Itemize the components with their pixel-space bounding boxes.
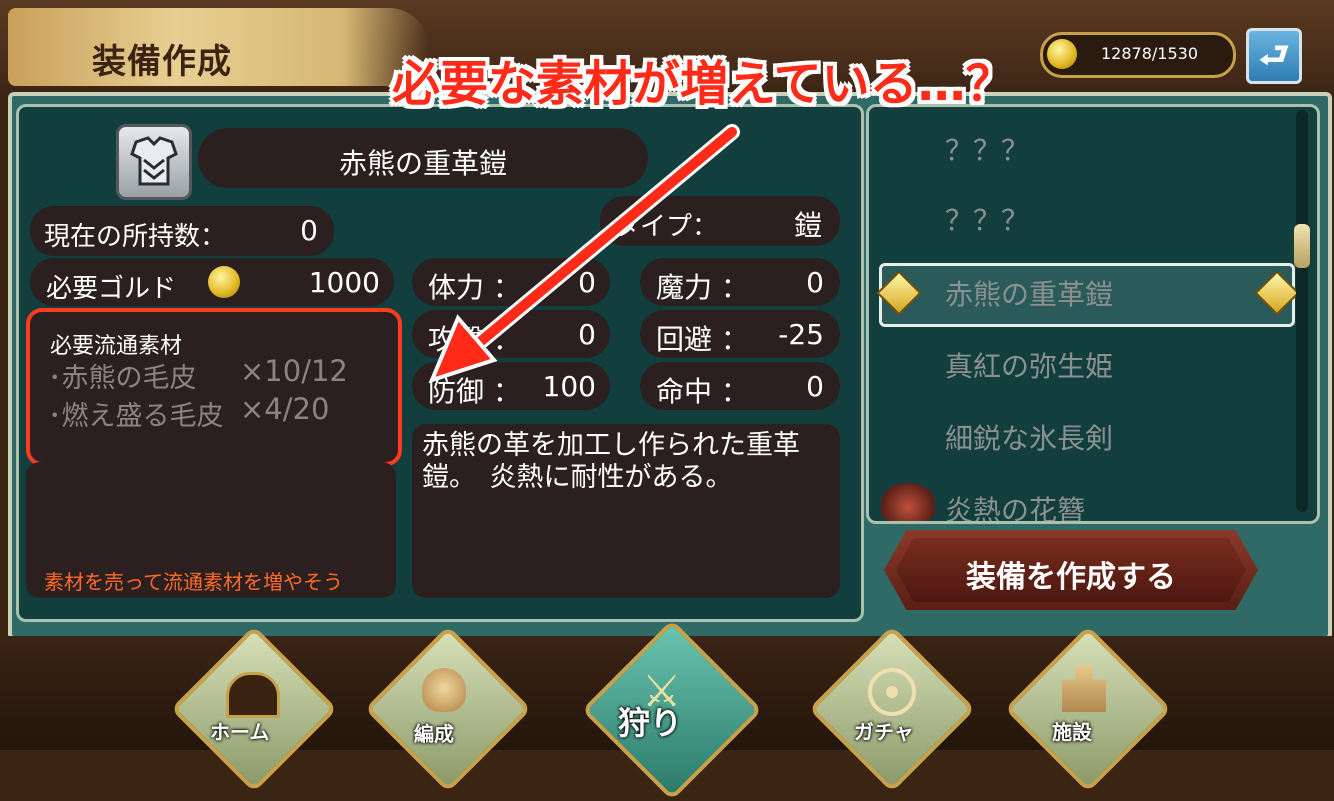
annotation-arrow [428, 124, 740, 384]
